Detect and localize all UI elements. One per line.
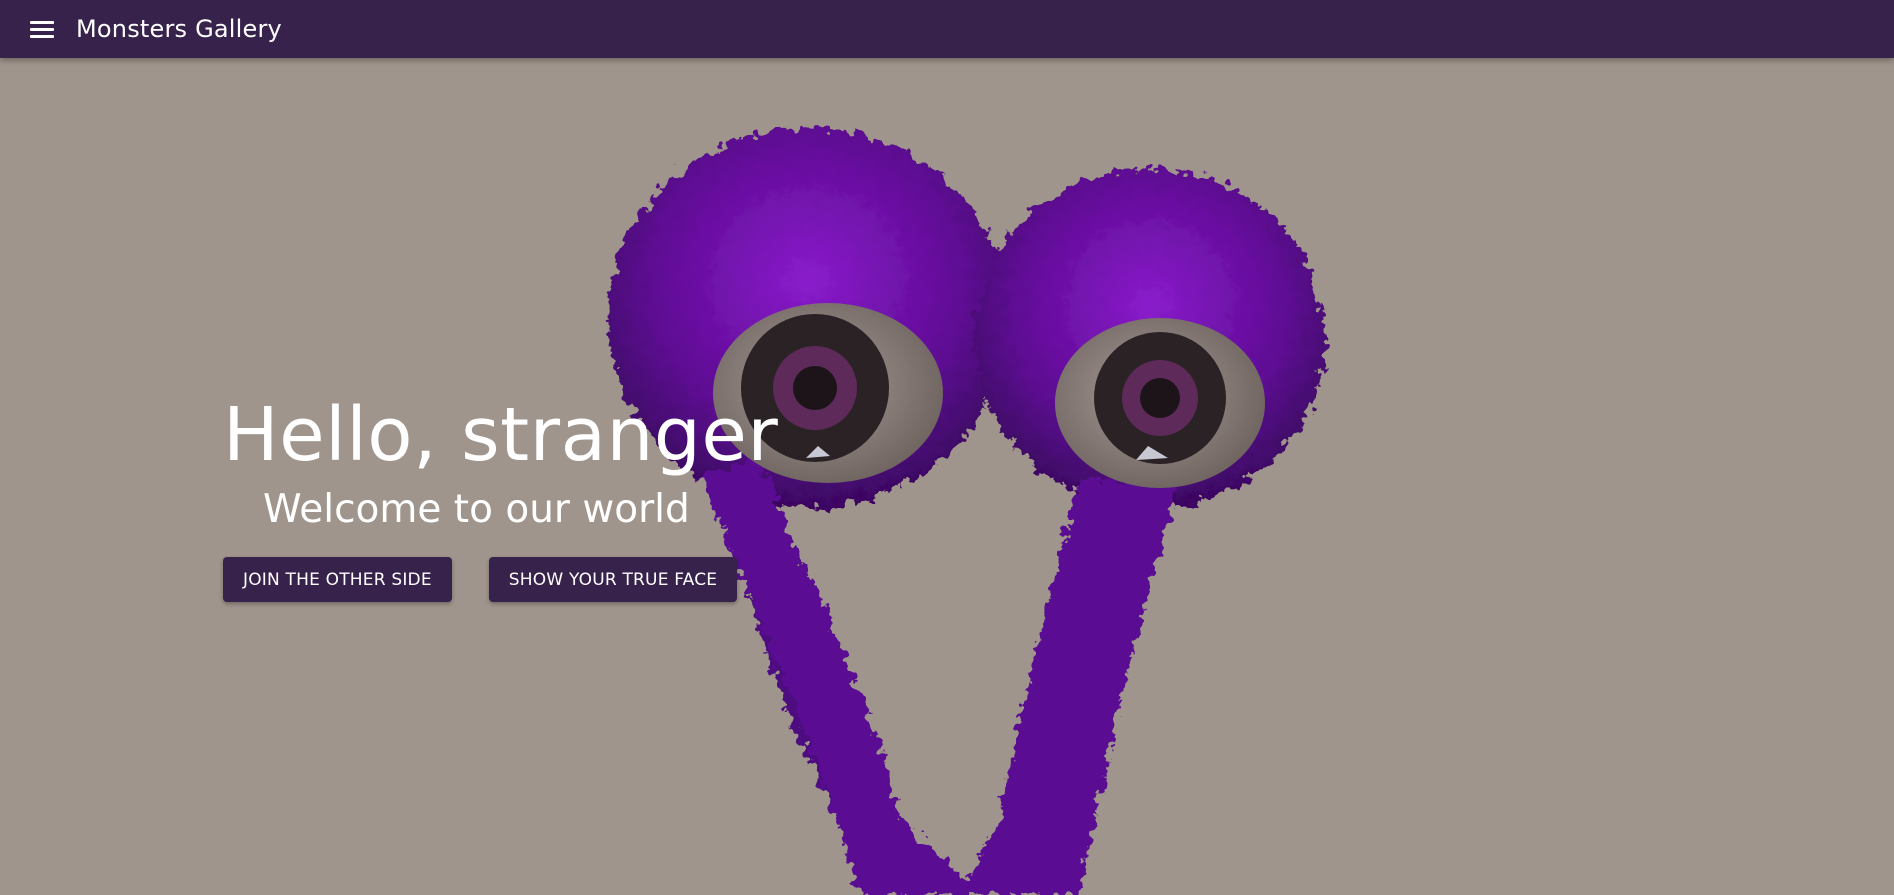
app-title: Monsters Gallery (76, 15, 282, 43)
show-your-true-face-button[interactable]: SHOW YOUR TRUE FACE (488, 557, 738, 602)
hero-actions: JOIN THE OTHER SIDE SHOW YOUR TRUE FACE (223, 557, 738, 602)
menu-icon[interactable] (30, 15, 58, 43)
hero-text: Hello, stranger Welcome to our world (223, 398, 778, 529)
right-monster (960, 168, 1325, 895)
hero-title: Hello, stranger (223, 392, 779, 478)
app-bar: Monsters Gallery (0, 0, 1894, 58)
hero-subtitle: Welcome to our world (263, 487, 690, 532)
hero-section: Hello, stranger Welcome to our world (0, 58, 1894, 895)
join-the-other-side-button[interactable]: JOIN THE OTHER SIDE (223, 557, 452, 602)
